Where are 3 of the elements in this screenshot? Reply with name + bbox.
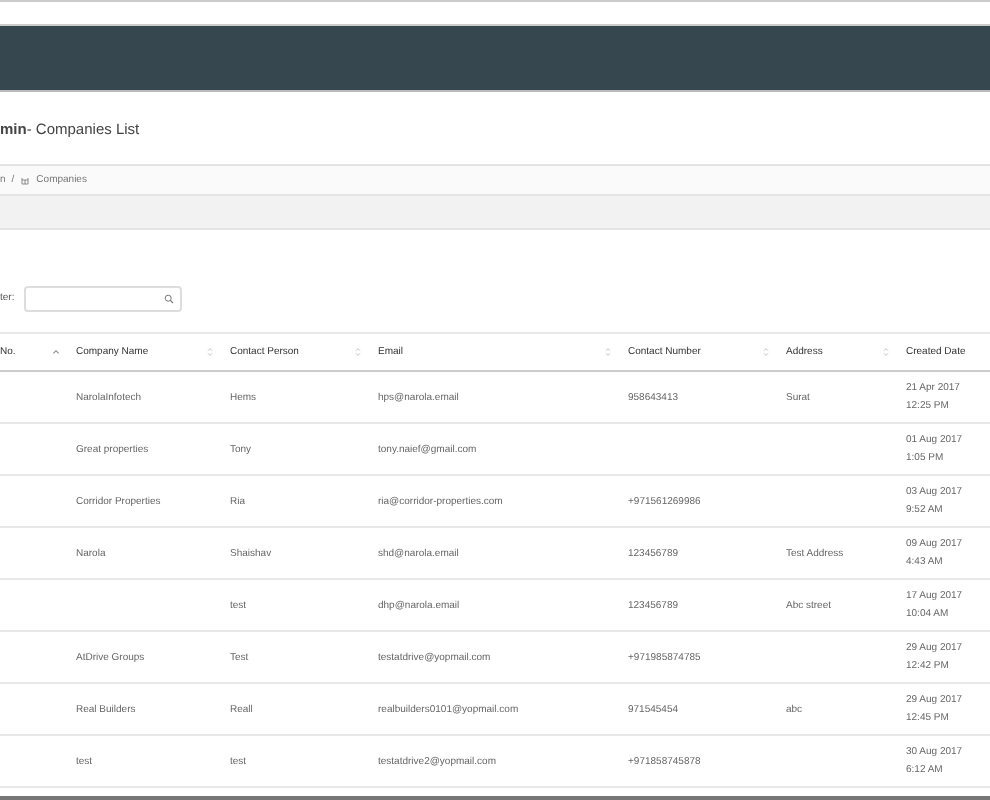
search-icon <box>164 293 175 303</box>
filter-field[interactable] <box>24 285 183 311</box>
building-icon <box>20 175 31 185</box>
